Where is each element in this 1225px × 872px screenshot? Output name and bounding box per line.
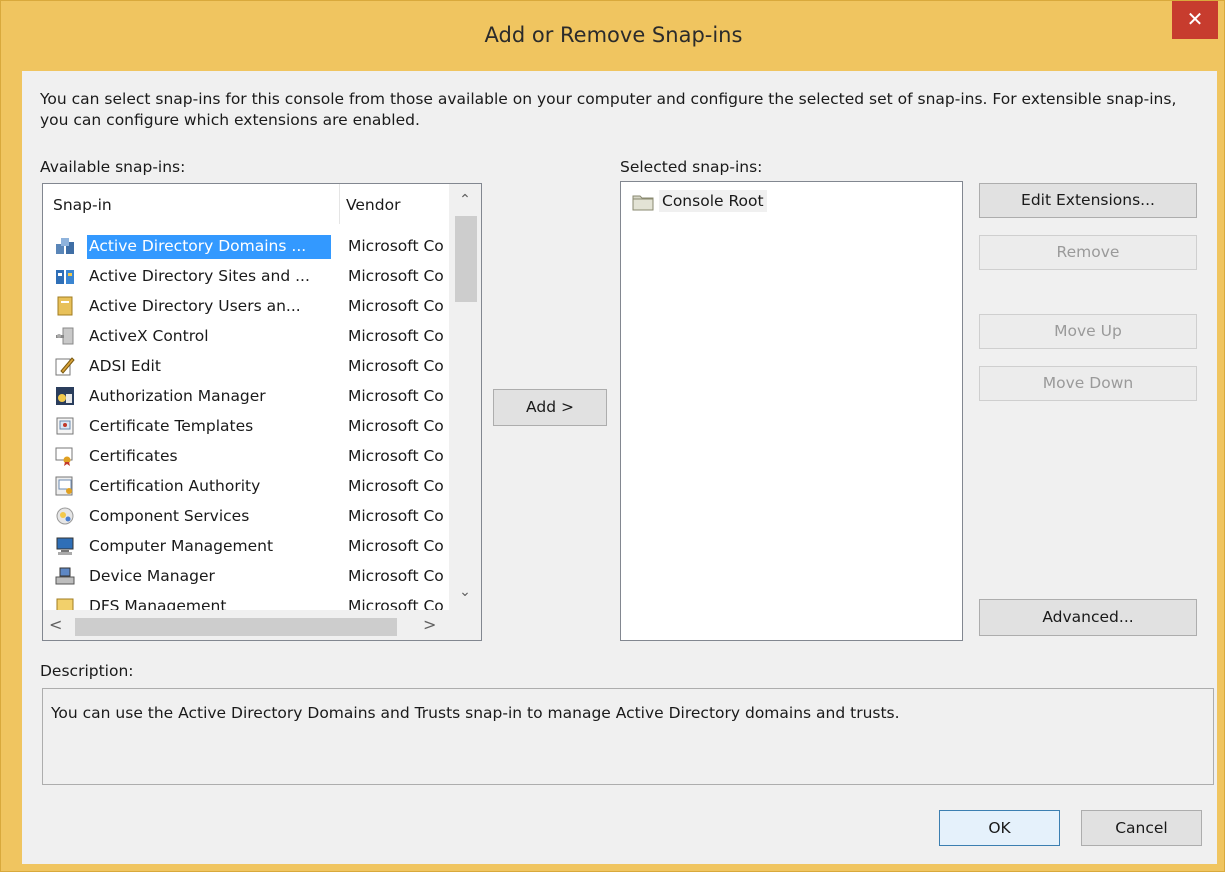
snapin-name: Certificates bbox=[89, 447, 178, 465]
snapin-vendor: Microsoft Co bbox=[348, 537, 444, 555]
dialog-window: Add or Remove Snap-ins ✕ You can select … bbox=[0, 0, 1225, 872]
remove-button[interactable]: Remove bbox=[979, 235, 1197, 270]
selected-snapins-list[interactable]: Console Root bbox=[620, 181, 963, 641]
certification-authority-icon bbox=[55, 476, 73, 496]
scroll-down-icon[interactable]: ⌄ bbox=[449, 584, 481, 602]
snapin-vendor: Microsoft Co bbox=[348, 297, 444, 315]
dialog-title: Add or Remove Snap-ins bbox=[484, 23, 743, 47]
snapin-vendor: Microsoft Co bbox=[348, 447, 444, 465]
list-item[interactable]: Certificate Templates Microsoft Co bbox=[45, 411, 449, 441]
description-box: You can use the Active Directory Domains… bbox=[42, 688, 1214, 785]
description-text: You can use the Active Directory Domains… bbox=[51, 704, 900, 722]
snapin-name: Certificate Templates bbox=[89, 417, 254, 435]
snapin-vendor: Microsoft Co bbox=[348, 237, 444, 255]
available-snapins-list[interactable]: Snap-in Vendor Active Directory Domains … bbox=[42, 183, 482, 641]
list-item[interactable]: ADSI Edit Microsoft Co bbox=[45, 351, 449, 381]
list-item[interactable]: Active Directory Domains ... Microsoft C… bbox=[45, 231, 449, 261]
snapin-vendor: Microsoft Co bbox=[348, 387, 444, 405]
list-item[interactable]: Active Directory Sites and ... Microsoft… bbox=[45, 261, 449, 291]
selected-snapins-label: Selected snap-ins: bbox=[620, 158, 763, 176]
edit-extensions-button[interactable]: Edit Extensions... bbox=[979, 183, 1197, 218]
advanced-button[interactable]: Advanced... bbox=[979, 599, 1197, 636]
snapin-name: Device Manager bbox=[89, 567, 215, 585]
snapin-vendor: Microsoft Co bbox=[348, 327, 444, 345]
list-item[interactable]: Device Manager Microsoft Co bbox=[45, 561, 449, 591]
snapin-name: ADSI Edit bbox=[89, 357, 161, 375]
column-divider[interactable] bbox=[339, 184, 340, 224]
snapin-vendor: Microsoft Co bbox=[348, 507, 444, 525]
snapin-name: Component Services bbox=[89, 507, 250, 525]
computer-management-icon bbox=[56, 537, 74, 555]
dialog-body: You can select snap-ins for this console… bbox=[22, 71, 1217, 864]
close-icon: ✕ bbox=[1186, 7, 1204, 31]
users-computers-icon bbox=[57, 296, 73, 316]
list-item[interactable]: Certificates Microsoft Co bbox=[45, 441, 449, 471]
snapin-name: Authorization Manager bbox=[89, 387, 266, 405]
horizontal-scroll-thumb[interactable] bbox=[75, 618, 397, 636]
domains-trusts-icon bbox=[56, 238, 74, 254]
snapin-name: Active Directory Users an... bbox=[89, 297, 301, 315]
list-header: Snap-in Vendor bbox=[43, 184, 449, 224]
available-snapins-label: Available snap-ins: bbox=[40, 158, 186, 176]
list-item[interactable]: DFS Management Microsoft Co bbox=[45, 591, 449, 611]
snapin-vendor: Microsoft Co bbox=[348, 417, 444, 435]
move-up-button[interactable]: Move Up bbox=[979, 314, 1197, 349]
list-item[interactable]: ActiveX Control Microsoft Co bbox=[45, 321, 449, 351]
description-label: Description: bbox=[40, 662, 134, 680]
column-header-vendor[interactable]: Vendor bbox=[346, 196, 400, 214]
snapin-name: DFS Management bbox=[89, 597, 227, 611]
list-item[interactable]: Component Services Microsoft Co bbox=[45, 501, 449, 531]
scroll-right-icon[interactable]: > bbox=[423, 615, 436, 634]
column-header-snapin[interactable]: Snap-in bbox=[53, 196, 112, 214]
snapin-name: Console Root bbox=[659, 190, 767, 212]
snapin-name: Active Directory Domains ... bbox=[87, 235, 331, 259]
snapin-vendor: Microsoft Co bbox=[348, 567, 444, 585]
snapin-name: Certification Authority bbox=[89, 477, 261, 495]
authorization-manager-icon bbox=[56, 387, 74, 405]
add-button[interactable]: Add > bbox=[493, 389, 607, 426]
snapin-name: ActiveX Control bbox=[89, 327, 209, 345]
list-item[interactable]: Active Directory Users an... Microsoft C… bbox=[45, 291, 449, 321]
certificate-templates-icon bbox=[56, 417, 74, 435]
sites-services-icon bbox=[56, 270, 74, 284]
activex-icon bbox=[56, 327, 74, 345]
snapin-vendor: Microsoft Co bbox=[348, 477, 444, 495]
list-rows: Active Directory Domains ... Microsoft C… bbox=[43, 231, 449, 611]
list-item[interactable]: Authorization Manager Microsoft Co bbox=[45, 381, 449, 411]
folder-icon bbox=[632, 195, 654, 211]
snapin-name: Active Directory Sites and ... bbox=[89, 267, 310, 285]
vertical-scrollbar[interactable]: ⌃ ⌄ bbox=[449, 184, 481, 610]
device-manager-icon bbox=[55, 567, 75, 585]
cancel-button[interactable]: Cancel bbox=[1081, 810, 1202, 846]
horizontal-scrollbar[interactable]: < > bbox=[43, 610, 481, 640]
vertical-scroll-thumb[interactable] bbox=[455, 216, 477, 302]
ok-button[interactable]: OK bbox=[939, 810, 1060, 846]
title-bar[interactable]: Add or Remove Snap-ins ✕ bbox=[1, 1, 1225, 71]
snapin-vendor: Microsoft Co bbox=[348, 267, 444, 285]
component-services-icon bbox=[56, 507, 74, 525]
scroll-up-icon[interactable]: ⌃ bbox=[449, 192, 481, 210]
snapin-vendor: Microsoft Co bbox=[348, 597, 444, 611]
scroll-left-icon[interactable]: < bbox=[49, 615, 62, 634]
dfs-management-icon bbox=[56, 598, 74, 611]
certificates-icon bbox=[55, 447, 73, 466]
list-item[interactable]: Certification Authority Microsoft Co bbox=[45, 471, 449, 501]
close-button[interactable]: ✕ bbox=[1172, 1, 1218, 39]
snapin-name: Computer Management bbox=[89, 537, 274, 555]
move-down-button[interactable]: Move Down bbox=[979, 366, 1197, 401]
adsi-edit-icon bbox=[55, 357, 75, 376]
list-item[interactable]: Computer Management Microsoft Co bbox=[45, 531, 449, 561]
snapin-vendor: Microsoft Co bbox=[348, 357, 444, 375]
intro-text: You can select snap-ins for this console… bbox=[40, 90, 1177, 129]
